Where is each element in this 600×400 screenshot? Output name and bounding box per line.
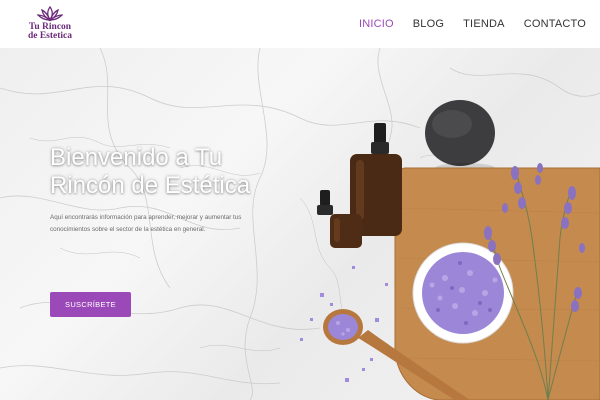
hero-content: Bienvenido a Tu Rincón de Estética Aquí … [50, 144, 290, 236]
page: Tu Rincon de Estetica INICIO BLOG TIENDA… [0, 0, 600, 400]
logo-line-2: de Estetica [27, 31, 73, 41]
hero-description: Aquí encontrarás información para aprend… [50, 214, 242, 233]
site-logo[interactable]: Tu Rincon de Estetica [24, 5, 76, 43]
site-header: Tu Rincon de Estetica INICIO BLOG TIENDA… [0, 0, 600, 48]
main-nav: INICIO BLOG TIENDA CONTACTO [340, 0, 586, 48]
nav-item-blog[interactable]: BLOG [413, 18, 444, 30]
subscribe-button[interactable]: SUSCRÍBETE [50, 292, 131, 317]
nav-item-tienda[interactable]: TIENDA [463, 18, 505, 30]
nav-item-contacto[interactable]: CONTACTO [524, 18, 586, 30]
hero-title: Bienvenido a Tu Rincón de Estética [50, 144, 251, 199]
lotus-icon [37, 5, 63, 22]
nav-item-inicio[interactable]: INICIO [359, 18, 394, 30]
logo-text: Tu Rincon de Estetica [27, 22, 73, 41]
hero-section: Bienvenido a Tu Rincón de Estética Aquí … [0, 48, 600, 400]
